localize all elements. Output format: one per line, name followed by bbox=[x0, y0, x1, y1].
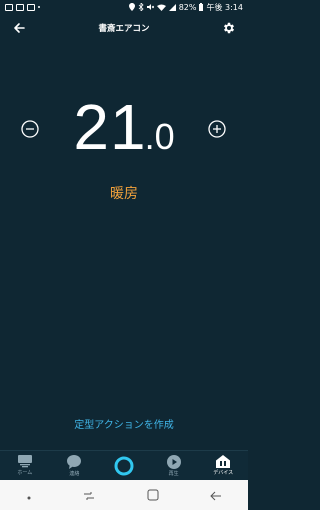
home-icon bbox=[17, 455, 32, 468]
battery-percent: 82% bbox=[178, 2, 197, 12]
top-bar: 書斎エアコン bbox=[0, 14, 248, 42]
nav-communicate-label: 連絡 bbox=[69, 470, 80, 477]
status-bar: 82% 午後 3:14 bbox=[0, 0, 248, 14]
bottom-nav: ホーム 連絡 再生 デバイス bbox=[0, 450, 248, 480]
battery-icon bbox=[199, 3, 204, 11]
play-icon bbox=[166, 454, 181, 469]
nav-devices[interactable]: デバイス bbox=[203, 455, 243, 476]
thermostat-control: 21.0 bbox=[0, 90, 248, 170]
clock: 午後 3:14 bbox=[206, 2, 243, 12]
gear-icon bbox=[223, 22, 235, 34]
page-title: 書斎エアコン bbox=[98, 24, 150, 34]
temperature-decimal: .0 bbox=[144, 116, 175, 157]
mail-icon bbox=[5, 3, 13, 11]
back-arrow-icon bbox=[210, 491, 222, 500]
arrow-left-icon bbox=[14, 23, 25, 33]
alexa-icon bbox=[114, 456, 134, 475]
back-system-button[interactable] bbox=[210, 486, 222, 505]
create-routine-link[interactable]: 定型アクションを作成 bbox=[0, 416, 248, 431]
location-icon bbox=[128, 3, 135, 11]
system-nav-bar bbox=[0, 480, 248, 510]
status-left bbox=[5, 3, 40, 11]
settings-button[interactable] bbox=[218, 17, 240, 39]
image-icon bbox=[27, 3, 35, 11]
nav-home-label: ホーム bbox=[17, 470, 33, 476]
assistant-dot-button[interactable] bbox=[26, 486, 32, 505]
recents-icon bbox=[84, 491, 95, 500]
signal-icon bbox=[168, 3, 176, 11]
nav-communicate[interactable]: 連絡 bbox=[54, 454, 94, 477]
more-notifications-icon bbox=[38, 6, 40, 8]
nav-play-label: 再生 bbox=[168, 470, 179, 477]
home-button[interactable] bbox=[147, 486, 159, 505]
plus-circle-icon bbox=[208, 120, 226, 138]
back-button[interactable] bbox=[8, 17, 30, 39]
chat-icon bbox=[67, 454, 82, 469]
bluetooth-icon bbox=[138, 3, 144, 11]
increase-temperature-button[interactable] bbox=[206, 118, 228, 140]
mute-icon bbox=[146, 4, 154, 10]
wifi-icon bbox=[156, 4, 166, 11]
temperature-integer: 21 bbox=[73, 91, 147, 163]
home-square-icon bbox=[147, 489, 159, 500]
recents-button[interactable] bbox=[83, 486, 95, 505]
mode-label: 暖房 bbox=[110, 186, 138, 202]
nav-alexa[interactable] bbox=[104, 456, 144, 476]
nav-home[interactable]: ホーム bbox=[5, 455, 45, 476]
nav-play[interactable]: 再生 bbox=[154, 454, 194, 477]
devices-icon bbox=[216, 455, 231, 468]
status-right: 82% 午後 3:14 bbox=[128, 2, 243, 13]
notification-icon bbox=[16, 3, 24, 11]
dot-icon bbox=[27, 496, 31, 499]
nav-devices-label: デバイス bbox=[213, 470, 234, 476]
